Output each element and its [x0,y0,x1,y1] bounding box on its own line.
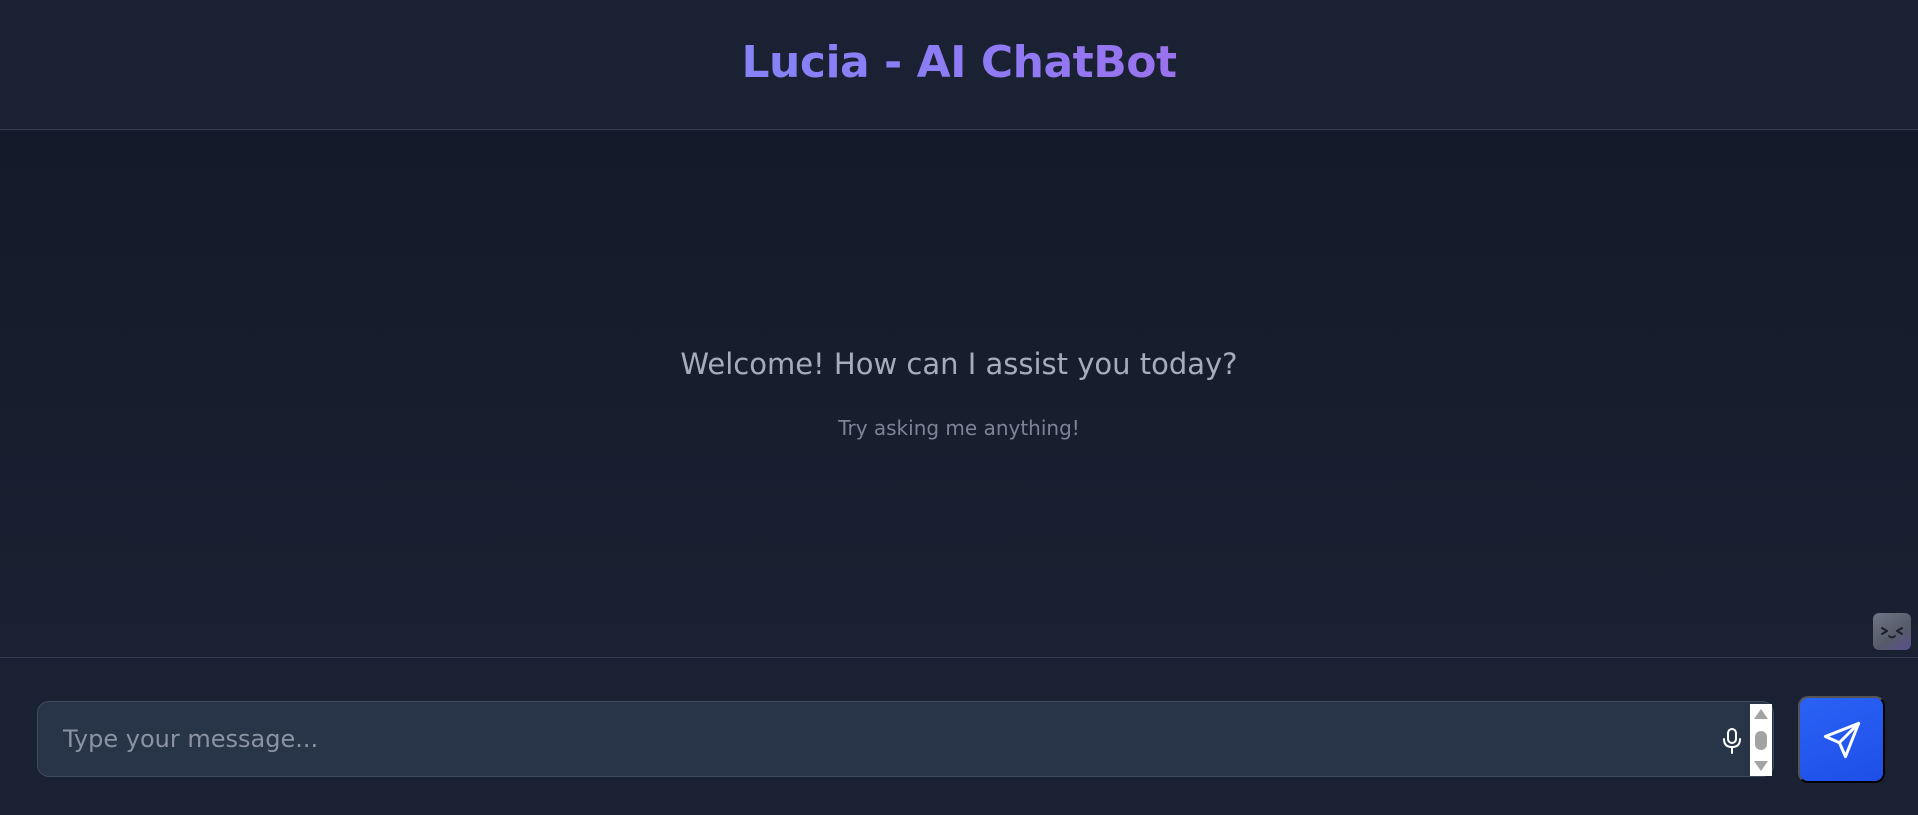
scroll-down-arrow-icon[interactable] [1754,761,1768,771]
scroll-up-arrow-icon[interactable] [1754,709,1768,719]
mascot-face-glyph [1881,626,1903,638]
send-icon [1823,721,1860,758]
input-scrollbar[interactable] [1750,704,1772,776]
chat-area[interactable]: Welcome! How can I assist you today? Try… [0,131,1918,657]
scroll-thumb[interactable] [1755,731,1767,750]
send-button[interactable] [1798,696,1885,783]
message-input-container[interactable] [37,701,1774,777]
message-input[interactable] [38,702,1708,776]
welcome-hint: Try asking me anything! [838,416,1080,440]
composer-bar [0,657,1918,815]
chatbot-app: Lucia - AI ChatBot Welcome! How can I as… [0,0,1918,815]
app-header: Lucia - AI ChatBot [0,0,1918,130]
microphone-icon[interactable] [1719,726,1745,756]
welcome-message: Welcome! How can I assist you today? [680,347,1238,381]
app-title: Lucia - AI ChatBot [741,37,1178,88]
mascot-face-icon[interactable] [1873,613,1911,650]
